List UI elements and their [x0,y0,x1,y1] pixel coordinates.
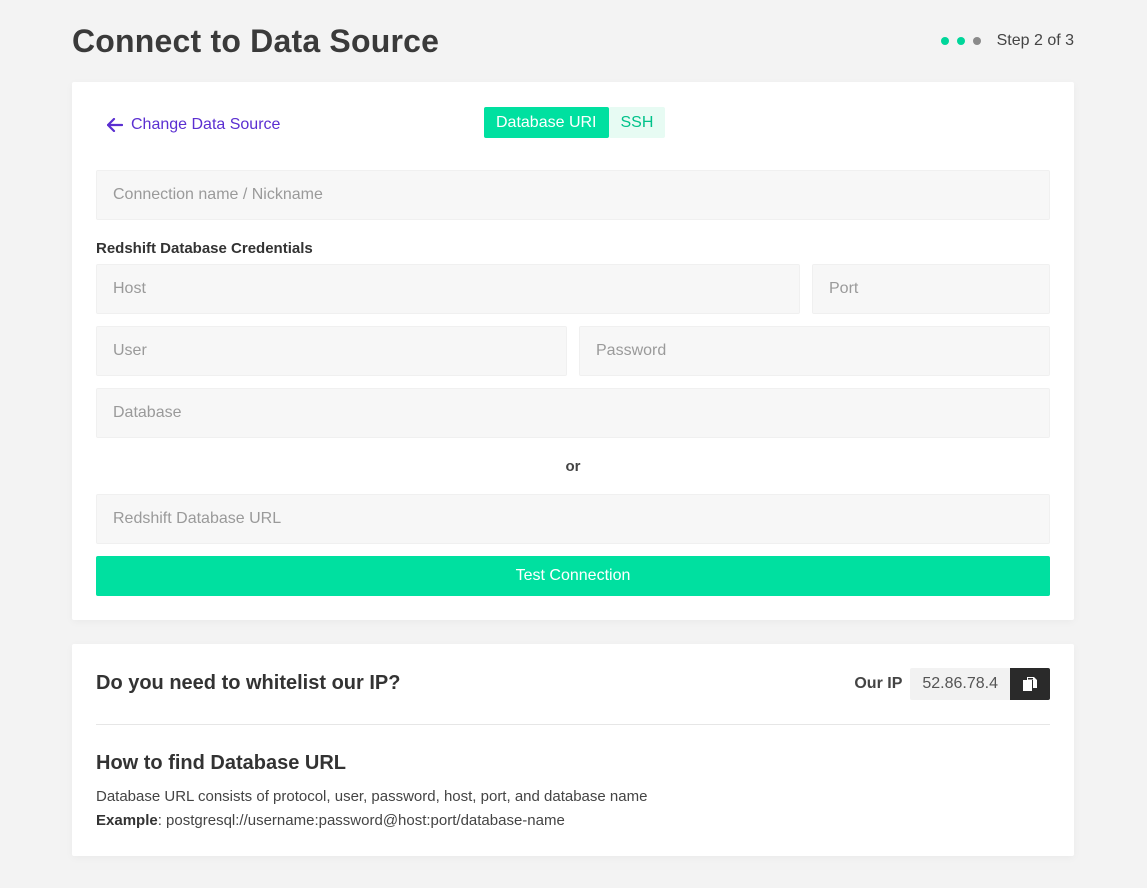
or-separator: or [565,458,581,475]
page-title: Connect to Data Source [72,22,440,59]
host-input[interactable] [96,264,800,314]
divider [96,724,1050,725]
whitelist-card: Do you need to whitelist our IP? Our IP … [72,644,1074,856]
test-connection-button[interactable]: Test Connection [96,556,1050,596]
credentials-label: Redshift Database Credentials [96,240,313,257]
database-url-input[interactable] [96,494,1050,544]
howto-description: Database URL consists of protocol, user,… [96,788,648,805]
ip-value[interactable]: 52.86.78.4 [910,668,1010,700]
change-data-source-link[interactable]: Change Data Source [107,116,280,134]
stepper: Step 2 of 3 [940,32,1074,50]
ip-group: Our IP 52.86.78.4 [854,668,1050,700]
howto-title: How to find Database URL [96,752,347,774]
howto-example: Example: postgresql://username:password@… [96,812,565,829]
connection-name-input[interactable] [96,170,1050,220]
port-input[interactable] [812,264,1050,314]
copy-ip-button[interactable] [1010,668,1050,700]
step-indicator: Step 2 of 3 [996,32,1074,49]
step-dot-3 [972,37,981,45]
whitelist-heading: Do you need to whitelist our IP? [96,672,401,694]
step-dot-2 [956,37,965,45]
page-header: Connect to Data Source Step 2 of 3 [72,18,1074,64]
ip-label: Our IP [854,675,903,692]
example-value: : postgresql://username:password@host:po… [157,812,565,829]
example-label: Example [96,812,158,829]
step-dot-1 [940,37,949,45]
step-dots [940,37,981,45]
copy-icon [1023,677,1037,691]
tab-database-uri[interactable]: Database URI [484,107,609,138]
connection-type-tabs: Database URI SSH [484,107,666,138]
database-input[interactable] [96,388,1050,438]
tab-ssh[interactable]: SSH [608,107,666,138]
user-input[interactable] [96,326,567,376]
change-data-source-label: Change Data Source [131,116,281,133]
connection-form-card: Change Data Source Database URI SSH Reds… [72,82,1074,620]
password-input[interactable] [579,326,1050,376]
arrow-left-icon [107,118,123,132]
